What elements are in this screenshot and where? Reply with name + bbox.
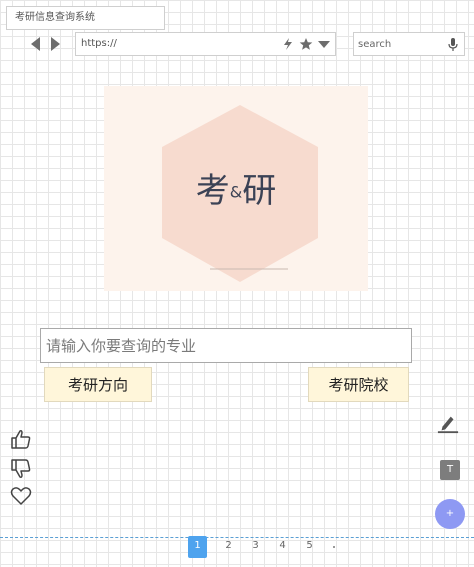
- back-button[interactable]: [28, 36, 44, 52]
- thumbs-up-icon[interactable]: [10, 428, 32, 450]
- pagination-dot: [333, 546, 335, 548]
- direction-button[interactable]: 考研方向: [44, 367, 152, 402]
- logo-char-kao: 考: [195, 171, 230, 211]
- address-bar[interactable]: https://: [75, 32, 336, 56]
- star-icon[interactable]: [299, 37, 313, 51]
- text-tool-button[interactable]: T: [440, 460, 460, 480]
- logo-ampersand: &: [229, 182, 243, 202]
- back-arrow-icon: [31, 37, 40, 51]
- page-3[interactable]: 3: [242, 536, 269, 558]
- browser-tab[interactable]: 考研信息查询系统: [6, 6, 165, 30]
- logo-banner: 考&研: [104, 86, 368, 291]
- microphone-icon[interactable]: [448, 38, 458, 52]
- pen-icon[interactable]: [437, 412, 461, 436]
- heart-icon[interactable]: [10, 485, 32, 507]
- page-1[interactable]: 1: [188, 536, 207, 558]
- url-text[interactable]: https://: [81, 38, 117, 50]
- page-4[interactable]: 4: [269, 536, 296, 558]
- school-button[interactable]: 考研院校: [308, 367, 409, 402]
- logo-char-yan: 研: [242, 171, 277, 211]
- page-2[interactable]: 2: [215, 536, 242, 558]
- chevron-down-icon[interactable]: [317, 37, 331, 51]
- forward-arrow-icon: [51, 37, 60, 51]
- lightning-icon[interactable]: [281, 37, 295, 51]
- page-5[interactable]: 5: [296, 536, 323, 558]
- search-box[interactable]: [353, 32, 465, 56]
- forward-button[interactable]: [47, 36, 63, 52]
- logo-title: 考&研: [104, 171, 368, 213]
- major-search-input[interactable]: [40, 328, 412, 363]
- floating-action-button[interactable]: +: [435, 499, 465, 529]
- search-input[interactable]: [358, 37, 438, 51]
- thumbs-down-icon[interactable]: [10, 458, 32, 480]
- pagination: 1 2 3 4 5: [188, 536, 323, 558]
